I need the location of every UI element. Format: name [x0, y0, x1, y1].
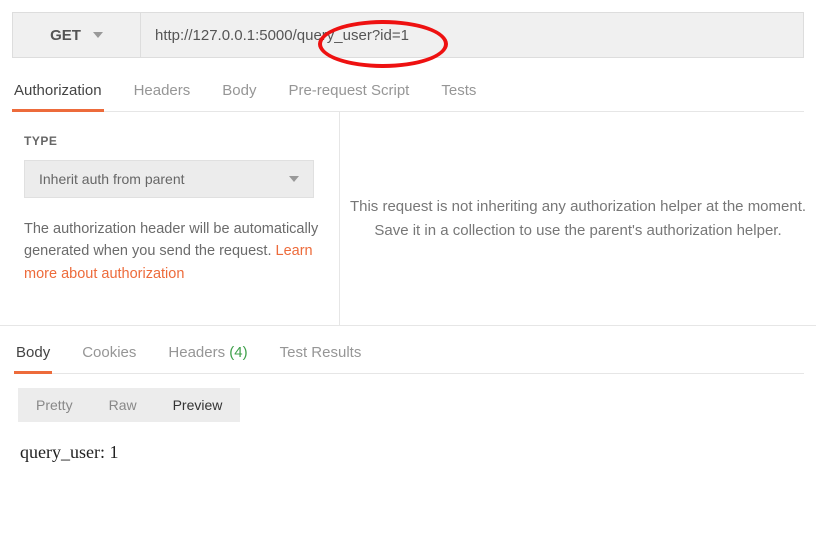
auth-type-label: TYPE [24, 134, 321, 148]
caret-down-icon [289, 176, 299, 182]
headers-count: (4) [229, 344, 247, 361]
tab-response-headers-label: Headers [168, 344, 225, 361]
authorization-left: TYPE Inherit auth from parent The author… [0, 112, 340, 325]
view-pretty[interactable]: Pretty [18, 388, 91, 422]
auth-type-select[interactable]: Inherit auth from parent [24, 160, 314, 198]
view-raw[interactable]: Raw [91, 388, 155, 422]
tab-test-results[interactable]: Test Results [278, 344, 364, 373]
tab-authorization[interactable]: Authorization [12, 82, 104, 112]
tab-headers[interactable]: Headers [132, 82, 193, 111]
http-method-label: GET [50, 27, 81, 44]
tab-response-cookies[interactable]: Cookies [80, 344, 138, 373]
response-body: query_user: 1 [0, 422, 816, 463]
tab-prerequest[interactable]: Pre-request Script [286, 82, 411, 111]
http-method-select[interactable]: GET [13, 13, 141, 57]
url-input[interactable] [141, 13, 803, 57]
view-preview[interactable]: Preview [155, 388, 241, 422]
authorization-panel: TYPE Inherit auth from parent The author… [0, 112, 816, 326]
caret-down-icon [93, 32, 103, 38]
tab-tests[interactable]: Tests [439, 82, 478, 111]
authorization-right: This request is not inheriting any autho… [340, 112, 816, 325]
response-view-toggle: Pretty Raw Preview [18, 388, 240, 422]
tab-response-headers[interactable]: Headers (4) [166, 344, 249, 373]
auth-description: The authorization header will be automat… [24, 218, 321, 285]
tab-response-body[interactable]: Body [14, 344, 52, 374]
request-tabs: Authorization Headers Body Pre-request S… [12, 82, 804, 112]
auth-type-value: Inherit auth from parent [39, 171, 185, 187]
request-bar: GET [12, 12, 804, 58]
response-tabs: Body Cookies Headers (4) Test Results [14, 344, 804, 374]
auth-desc-text: The authorization header will be automat… [24, 221, 318, 259]
auth-inherit-message: This request is not inheriting any autho… [346, 195, 810, 243]
tab-body[interactable]: Body [220, 82, 258, 111]
